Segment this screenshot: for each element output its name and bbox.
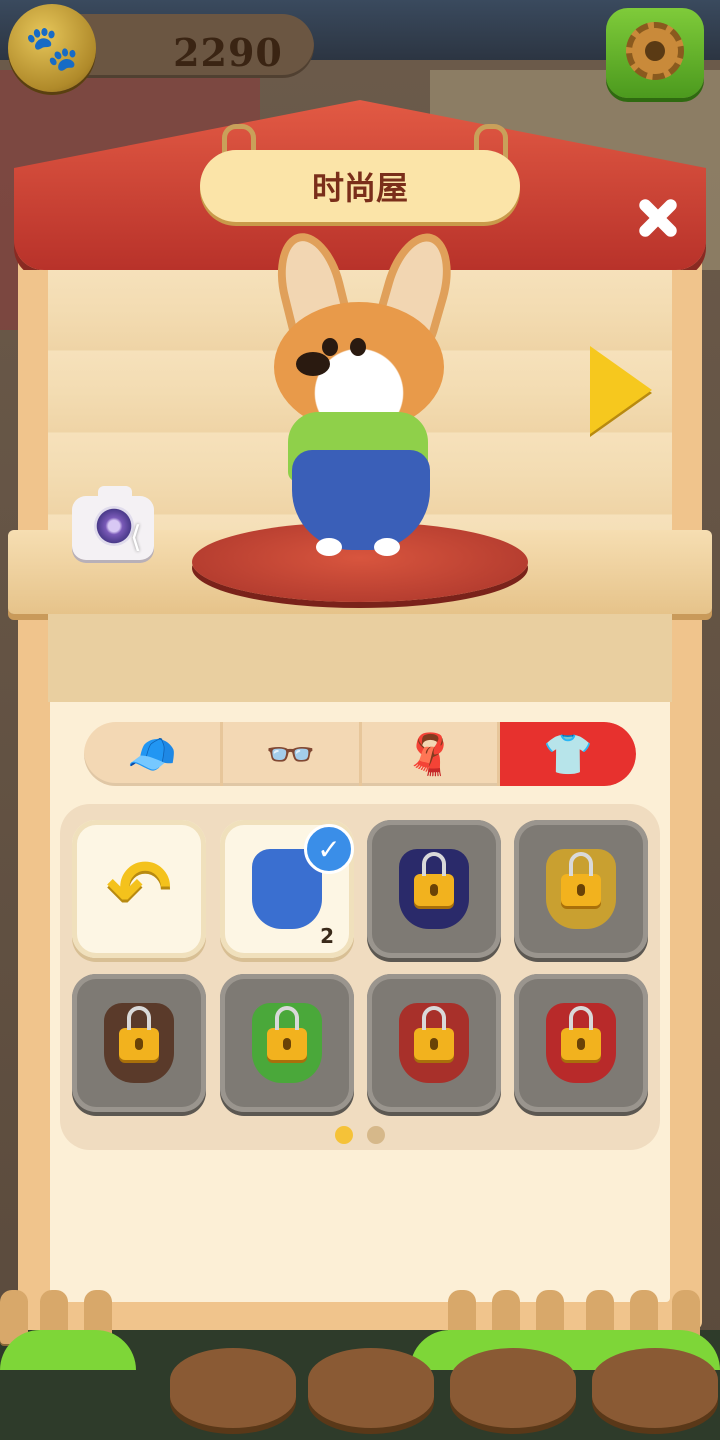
- close-button[interactable]: [630, 190, 686, 246]
- undo-icon: ↶: [106, 844, 172, 934]
- lock-icon: [414, 852, 454, 906]
- shirt-icon: 👕: [543, 731, 594, 778]
- grass-left: [0, 1330, 136, 1370]
- bottom-nav-button[interactable]: [450, 1348, 576, 1428]
- corgi-foot: [316, 538, 342, 556]
- shelf-front: [48, 614, 672, 702]
- coin-value: 2290: [173, 30, 283, 75]
- title-sign: 时尚屋: [182, 144, 538, 228]
- lock-icon: [561, 1006, 601, 1060]
- outfit-slot-outfit-gold-vest[interactable]: [514, 820, 648, 958]
- page-dot[interactable]: [335, 1126, 353, 1144]
- corgi-character[interactable]: [258, 225, 463, 562]
- lock-icon: [119, 1006, 159, 1060]
- lock-icon: [267, 1006, 307, 1060]
- page-indicator: [0, 1126, 720, 1146]
- lock-icon: [414, 1006, 454, 1060]
- tab-scarf[interactable]: 🧣: [362, 722, 501, 786]
- corgi-foot: [374, 538, 400, 556]
- panel-title: 时尚屋: [311, 169, 408, 207]
- outfit-slot-outfit-red-coat[interactable]: [367, 974, 501, 1112]
- outfit-slot-outfit-red-poncho[interactable]: [514, 974, 648, 1112]
- page-dot[interactable]: [367, 1126, 385, 1144]
- corgi-overalls: [292, 450, 430, 550]
- tab-clothes[interactable]: 👕: [500, 722, 636, 786]
- corgi-eye: [350, 338, 366, 356]
- tab-glasses[interactable]: 👓: [223, 722, 362, 786]
- category-tabs: 🧢 👓 🧣 👕: [84, 722, 636, 786]
- tab-hat[interactable]: 🧢: [84, 722, 223, 786]
- lock-icon: [561, 852, 601, 906]
- outfit-count: 2: [320, 924, 334, 948]
- bottom-nav-button[interactable]: [592, 1348, 718, 1428]
- share-icon: ⟨: [130, 520, 142, 555]
- settings-button[interactable]: [606, 8, 704, 98]
- outfit-slot-outfit-grass-skirt[interactable]: [220, 974, 354, 1112]
- camera-lens: [94, 506, 134, 546]
- corgi-nose: [296, 352, 330, 376]
- glasses-icon: 👓: [265, 731, 316, 778]
- next-arrow-icon[interactable]: [590, 346, 652, 434]
- corgi-eye: [322, 338, 338, 356]
- scarf-icon: 🧣: [404, 731, 455, 778]
- outfit-slot-outfit-overalls[interactable]: ✓ 2: [220, 820, 354, 958]
- check-icon: ✓: [304, 824, 354, 874]
- outfit-slot-outfit-brown-coat[interactable]: [72, 974, 206, 1112]
- bottom-nav-button[interactable]: [170, 1348, 296, 1428]
- paw-coin-icon: 🐾: [8, 4, 96, 92]
- cap-icon: 🧢: [126, 731, 177, 778]
- outfit-slot-outfit-navy-jacket[interactable]: [367, 820, 501, 958]
- gear-icon: [626, 22, 684, 80]
- reset-outfit-button[interactable]: ↶: [72, 820, 206, 958]
- bottom-nav-button[interactable]: [308, 1348, 434, 1428]
